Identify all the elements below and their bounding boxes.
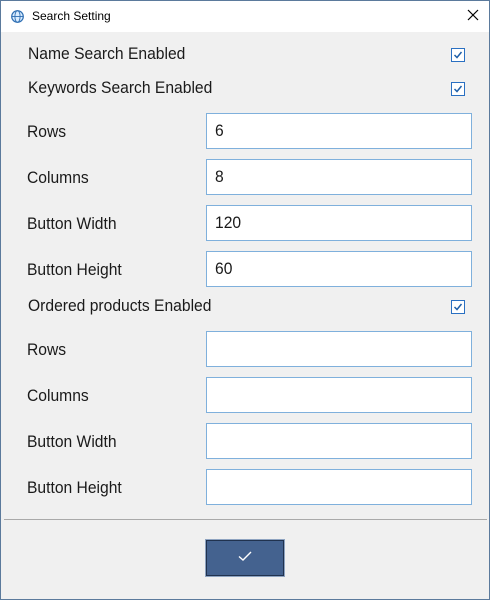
checkmark-icon — [453, 85, 463, 93]
close-button[interactable] — [457, 1, 489, 32]
ordered-button-width-input[interactable] — [206, 423, 472, 459]
checkmark-icon — [237, 549, 253, 567]
ordered-button-width-label: Button Width — [27, 432, 117, 451]
ordered-rows-input[interactable] — [206, 331, 472, 367]
keywords-search-label: Keywords Search Enabled — [28, 78, 213, 97]
keyword-columns-label: Columns — [27, 168, 89, 187]
window-title: Search Setting — [32, 9, 111, 23]
title-bar: Search Setting — [1, 1, 489, 32]
close-icon — [467, 8, 479, 26]
keyword-columns-input[interactable]: 8 — [206, 159, 472, 195]
keyword-rows-label: Rows — [27, 122, 67, 141]
ordered-products-label: Ordered products Enabled — [28, 296, 212, 315]
ordered-rows-label: Rows — [27, 340, 67, 359]
app-globe-icon — [11, 10, 24, 23]
search-setting-dialog: Search Setting Name Search Enabled Keywo… — [0, 0, 490, 600]
name-search-label: Name Search Enabled — [28, 44, 186, 63]
settings-panel: Name Search Enabled Keywords Search Enab… — [4, 32, 487, 519]
dialog-footer — [1, 520, 489, 599]
keyword-button-height-input[interactable]: 60 — [206, 251, 472, 287]
ordered-products-checkbox[interactable] — [451, 300, 465, 314]
keyword-button-width-input[interactable]: 120 — [206, 205, 472, 241]
checkmark-icon — [453, 51, 463, 59]
ordered-columns-label: Columns — [27, 386, 89, 405]
confirm-button[interactable] — [205, 539, 285, 577]
keyword-rows-input[interactable]: 6 — [206, 113, 472, 149]
checkmark-icon — [453, 303, 463, 311]
keyword-button-height-label: Button Height — [27, 260, 122, 279]
name-search-checkbox[interactable] — [451, 48, 465, 62]
ordered-button-height-label: Button Height — [27, 478, 122, 497]
keyword-button-width-label: Button Width — [27, 214, 117, 233]
ordered-button-height-input[interactable] — [206, 469, 472, 505]
keywords-search-checkbox[interactable] — [451, 82, 465, 96]
ordered-columns-input[interactable] — [206, 377, 472, 413]
